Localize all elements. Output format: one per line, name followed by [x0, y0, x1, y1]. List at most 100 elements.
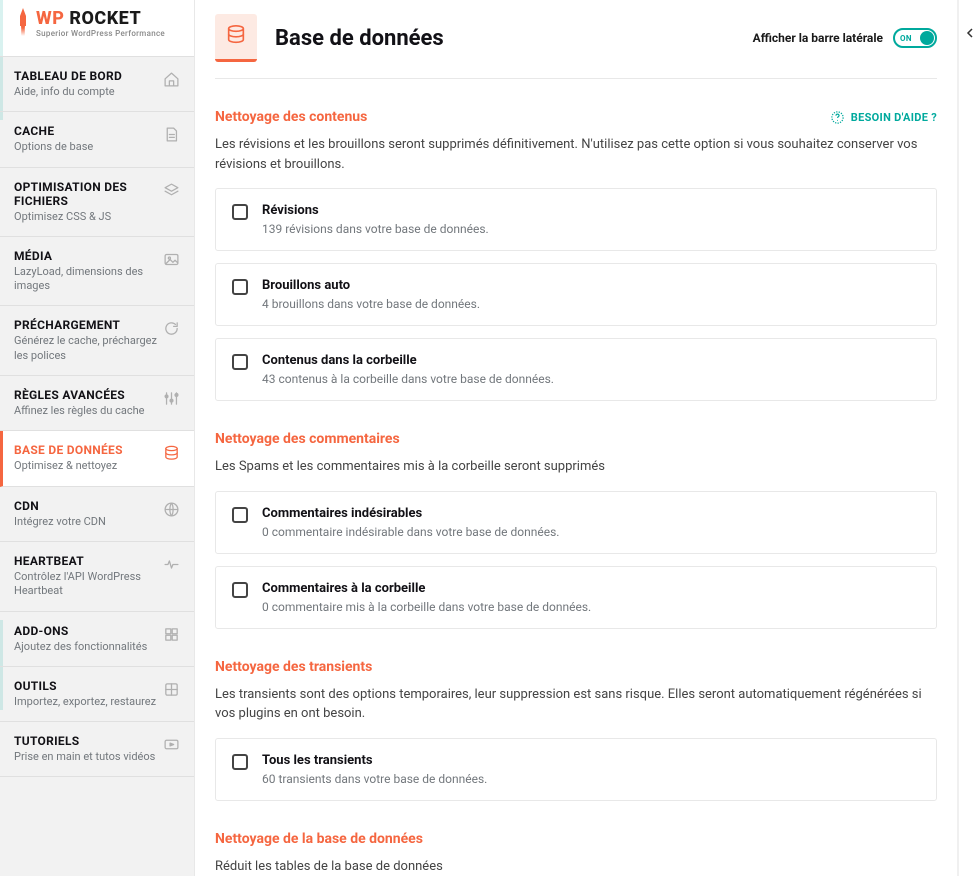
image-icon: [163, 251, 180, 272]
sidebar-item-video[interactable]: TUTORIELS Prise en main et tutos vidéos: [0, 722, 194, 777]
sidebar-toggle-label: Afficher la barre latérale: [753, 31, 883, 45]
sidebar-item-layers[interactable]: OPTIMISATION DES FICHIERS Optimisez CSS …: [0, 168, 194, 237]
nav-item-title: PRÉCHARGEMENT: [14, 318, 157, 332]
section-title: Nettoyage de la base de données: [215, 831, 423, 847]
globe-icon: [163, 501, 180, 522]
heartbeat-icon: [163, 556, 180, 577]
page-header: Base de données Afficher la barre latéra…: [215, 0, 937, 62]
section-title: Nettoyage des commentaires: [215, 431, 400, 447]
sidebar-item-refresh[interactable]: PRÉCHARGEMENT Générez le cache, précharg…: [0, 306, 194, 376]
option-sub: 0 commentaire mis à la corbeille dans vo…: [262, 600, 920, 614]
option-title: Révisions: [262, 203, 920, 218]
section-desc: Les révisions et les brouillons seront s…: [215, 135, 937, 174]
sliders-icon: [163, 390, 180, 411]
option-row: Commentaires à la corbeille 0 commentair…: [215, 566, 937, 629]
option-sub: 43 contenus à la corbeille dans votre ba…: [262, 372, 920, 386]
sidebar-item-doc[interactable]: CACHE Options de base: [0, 112, 194, 167]
option-row: Brouillons auto 4 brouillons dans votre …: [215, 263, 937, 326]
section-title: Nettoyage des transients: [215, 659, 372, 675]
checkbox[interactable]: [232, 582, 248, 598]
option-title: Commentaires à la corbeille: [262, 581, 920, 596]
home-icon: [163, 71, 180, 92]
chevron-left-icon: [965, 28, 975, 38]
sidebar: WP ROCKET Superior WordPress Performance…: [0, 0, 195, 876]
checkbox[interactable]: [232, 754, 248, 770]
nav-item-sub: LazyLoad, dimensions des images: [14, 265, 157, 294]
section: Nettoyage des contenus BESOIN D'AIDE ? L…: [215, 109, 937, 401]
option-title: Contenus dans la corbeille: [262, 353, 920, 368]
help-label: BESOIN D'AIDE ?: [851, 111, 937, 124]
nav-item-sub: Optimisez CSS & JS: [14, 210, 157, 224]
section: Nettoyage de la base de données Réduit l…: [215, 831, 937, 876]
section: Nettoyage des transients Les transients …: [215, 659, 937, 801]
sidebar-item-sliders[interactable]: RÈGLES AVANCÉES Affinez les règles du ca…: [0, 376, 194, 431]
rocket-icon: [16, 8, 30, 40]
checkbox[interactable]: [232, 507, 248, 523]
nav-item-title: MÉDIA: [14, 249, 157, 263]
checkbox[interactable]: [232, 354, 248, 370]
nav-item-sub: Intégrez votre CDN: [14, 515, 157, 529]
nav-item-title: OUTILS: [14, 679, 157, 693]
database-icon: [215, 14, 257, 62]
nav-item-title: OPTIMISATION DES FICHIERS: [14, 180, 157, 208]
section-desc: Les transients sont des options temporai…: [215, 685, 937, 724]
option-row: Tous les transients 60 transients dans v…: [215, 738, 937, 801]
nav-item-title: RÈGLES AVANCÉES: [14, 388, 157, 402]
app-logo: WP ROCKET Superior WordPress Performance: [0, 0, 194, 56]
option-title: Commentaires indésirables: [262, 506, 920, 521]
nav-item-sub: Ajoutez des fonctionnalités: [14, 640, 157, 654]
section-desc: Réduit les tables de la base de données: [215, 857, 937, 876]
sidebar-toggle[interactable]: ON: [893, 28, 937, 48]
nav-item-sub: Contrôlez l'API WordPress Heartbeat: [14, 570, 157, 599]
video-icon: [163, 736, 180, 757]
sidebar-toggle-group: Afficher la barre latérale ON: [753, 28, 937, 48]
nav-item-sub: Affinez les règles du cache: [14, 404, 157, 418]
sidebar-item-heartbeat[interactable]: HEARTBEAT Contrôlez l'API WordPress Hear…: [0, 542, 194, 612]
doc-icon: [163, 126, 180, 147]
nav-item-title: ADD-ONS: [14, 624, 157, 638]
section-title: Nettoyage des contenus: [215, 109, 367, 125]
nav-item-sub: Prise en main et tutos vidéos: [14, 750, 157, 764]
tools-icon: [163, 681, 180, 702]
option-sub: 4 brouillons dans votre base de données.: [262, 297, 920, 311]
sidebar-item-globe[interactable]: CDN Intégrez votre CDN: [0, 487, 194, 542]
nav-item-sub: Aide, info du compte: [14, 85, 157, 99]
section-desc: Les Spams et les commentaires mis à la c…: [215, 457, 937, 477]
nav-item-title: CDN: [14, 499, 157, 513]
database-icon: [163, 445, 180, 466]
option-sub: 60 transients dans votre base de données…: [262, 772, 920, 786]
layers-icon: [163, 182, 180, 203]
option-row: Commentaires indésirables 0 commentaire …: [215, 491, 937, 554]
nav-item-sub: Options de base: [14, 140, 157, 154]
sidebar-item-tools[interactable]: OUTILS Importez, exportez, restaurez: [0, 667, 194, 722]
nav-item-sub: Générez le cache, préchargez les polices: [14, 334, 157, 363]
section: Nettoyage des commentaires Les Spams et …: [215, 431, 937, 629]
page-title: Base de données: [275, 26, 735, 51]
checkbox[interactable]: [232, 279, 248, 295]
nav-item-sub: Optimisez & nettoyez: [14, 459, 157, 473]
option-sub: 139 révisions dans votre base de données…: [262, 222, 920, 236]
nav-item-title: CACHE: [14, 124, 157, 138]
option-title: Tous les transients: [262, 753, 920, 768]
checkbox[interactable]: [232, 204, 248, 220]
option-row: Contenus dans la corbeille 43 contenus à…: [215, 338, 937, 401]
help-icon: [830, 110, 845, 125]
puzzle-icon: [163, 626, 180, 647]
nav-item-title: TUTORIELS: [14, 734, 157, 748]
sidebar-item-puzzle[interactable]: ADD-ONS Ajoutez des fonctionnalités: [0, 612, 194, 667]
sidebar-item-database[interactable]: BASE DE DONNÉES Optimisez & nettoyez: [0, 431, 194, 486]
option-row: Révisions 139 révisions dans votre base …: [215, 188, 937, 251]
nav-item-title: BASE DE DONNÉES: [14, 443, 157, 457]
option-title: Brouillons auto: [262, 278, 920, 293]
main-content: Base de données Afficher la barre latéra…: [195, 0, 957, 876]
aside-strip: [957, 0, 977, 876]
nav-item-title: TABLEAU DE BORD: [14, 69, 157, 83]
refresh-icon: [163, 320, 180, 341]
nav-item-sub: Importez, exportez, restaurez: [14, 695, 157, 709]
sidebar-item-image[interactable]: MÉDIA LazyLoad, dimensions des images: [0, 237, 194, 307]
option-sub: 0 commentaire indésirable dans votre bas…: [262, 525, 920, 539]
help-link[interactable]: BESOIN D'AIDE ?: [830, 110, 937, 125]
sidebar-item-home[interactable]: TABLEAU DE BORD Aide, info du compte: [0, 56, 194, 112]
nav-item-title: HEARTBEAT: [14, 554, 157, 568]
sidebar-nav: TABLEAU DE BORD Aide, info du compte CAC…: [0, 56, 194, 876]
